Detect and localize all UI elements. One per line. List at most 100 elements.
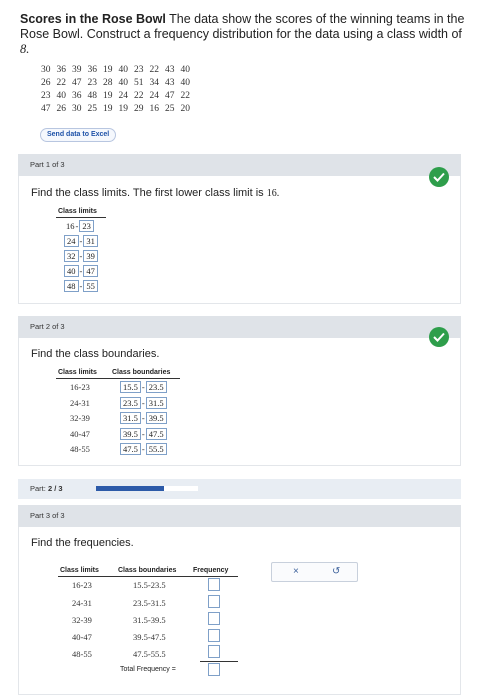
- data-cell: 40: [56, 91, 67, 101]
- progress-value: 2 / 3: [47, 484, 63, 493]
- part1-row: 24-31: [64, 235, 98, 247]
- part2-class-limits: 32-39: [70, 413, 90, 423]
- part3-class-boundaries: 23.5-31.5: [133, 598, 166, 608]
- data-cell: 23: [41, 91, 51, 101]
- part3-panel: [18, 527, 461, 695]
- data-cell: 40: [118, 65, 129, 75]
- part1-first-lower: 16.: [266, 188, 280, 199]
- part1-header-rule: [56, 217, 106, 218]
- upper-boundary-input[interactable]: 31.5: [145, 397, 167, 409]
- frequency-input[interactable]: [208, 629, 220, 642]
- data-cell: 23: [87, 78, 98, 88]
- data-cell: 36: [72, 91, 82, 101]
- data-cell: 30: [41, 65, 51, 75]
- dash: -: [141, 413, 145, 423]
- part1-col-class-limits: Class limits: [58, 208, 97, 215]
- problem-title: Scores in the Rose Bowl: [20, 12, 166, 26]
- data-row: 23 40 36 48 19 24 22 24 47 22: [38, 91, 193, 104]
- lower-limit-input[interactable]: 32: [64, 250, 79, 262]
- upper-boundary-input[interactable]: 47.5: [145, 428, 167, 440]
- upper-boundary-input[interactable]: 39.5: [145, 412, 167, 424]
- part1-prompt-text: Find the class limits. The first lower c…: [31, 187, 264, 199]
- scores-data-grid: 30 36 39 36 19 40 23 22 43 40 26 22 47 2…: [38, 65, 193, 117]
- frequency-input[interactable]: [208, 612, 220, 625]
- data-cell: 39: [72, 65, 82, 75]
- undo-icon[interactable]: ↺: [332, 566, 340, 577]
- part2-col-class-boundaries: Class boundaries: [112, 369, 171, 376]
- data-cell: 26: [41, 78, 51, 88]
- data-cell: 19: [118, 104, 129, 114]
- part2-header-rule: [56, 378, 180, 379]
- part2-row: 39.5-47.5: [120, 428, 167, 440]
- progress-track: [96, 486, 198, 491]
- data-cell: 23: [134, 65, 144, 75]
- part2-class-limits: 48-55: [70, 444, 90, 454]
- part2-check-icon: [429, 327, 449, 347]
- part3-class-boundaries: 15.5-23.5: [133, 580, 166, 590]
- data-cell: 40: [118, 78, 129, 88]
- part3-class-limits: 40-47: [72, 632, 92, 642]
- upper-limit-input[interactable]: 55: [83, 280, 98, 292]
- part3-prompt: Find the frequencies.: [31, 537, 134, 549]
- frequency-input[interactable]: [208, 595, 220, 608]
- part2-row: 31.5-39.5: [120, 412, 167, 424]
- lower-boundary-input[interactable]: 15.5: [120, 381, 141, 393]
- send-to-excel-button[interactable]: Send data to Excel: [40, 128, 117, 142]
- data-cell: 22: [134, 91, 144, 101]
- part3-class-boundaries: 47.5-55.5: [133, 649, 166, 659]
- lower-boundary-input[interactable]: 31.5: [120, 412, 141, 424]
- part2-header: Part 2 of 3: [18, 316, 461, 338]
- data-cell: 29: [134, 104, 144, 114]
- problem-statement: Scores in the Rose Bowl The data show th…: [20, 12, 470, 57]
- total-frequency-input[interactable]: [208, 663, 220, 676]
- frequency-input[interactable]: [208, 645, 220, 658]
- part3-class-boundaries: 39.5-47.5: [133, 632, 166, 642]
- lower-limit-input[interactable]: 24: [64, 235, 79, 247]
- dash: -: [141, 444, 145, 454]
- lower-boundary-input[interactable]: 47.5: [120, 443, 141, 455]
- data-cell: 34: [149, 78, 160, 88]
- data-row: 26 22 47 23 28 40 51 34 43 40: [38, 78, 193, 91]
- frequency-input[interactable]: [208, 578, 220, 591]
- lower-limit-input[interactable]: 40: [64, 265, 79, 277]
- part-progress-strip: Part: 2 / 3: [18, 479, 461, 499]
- part3-class-limits: 32-39: [72, 615, 92, 625]
- lower-boundary-input[interactable]: 39.5: [120, 428, 141, 440]
- part3-header: Part 3 of 3: [18, 505, 461, 527]
- data-cell: 40: [180, 78, 191, 88]
- data-cell: 19: [103, 65, 113, 75]
- upper-boundary-input[interactable]: 55.5: [145, 443, 167, 455]
- clear-icon[interactable]: ×: [293, 566, 299, 577]
- lower-boundary-input[interactable]: 23.5: [120, 397, 141, 409]
- upper-limit-input[interactable]: 31: [83, 235, 98, 247]
- lower-limit-input[interactable]: 48: [64, 280, 79, 292]
- dash: -: [79, 281, 83, 291]
- part3-header-label: Part 3 of 3: [30, 511, 65, 520]
- data-cell: 43: [165, 65, 175, 75]
- data-row: 47 26 30 25 19 19 29 16 25 20: [38, 104, 193, 117]
- upper-limit-input[interactable]: 23: [79, 220, 94, 232]
- dash: -: [79, 266, 83, 276]
- part3-col-class-limits: Class limits: [60, 567, 99, 574]
- data-row: 30 36 39 36 19 40 23 22 43 40: [38, 65, 193, 78]
- data-cell: 24: [149, 91, 160, 101]
- upper-limit-input[interactable]: 39: [83, 250, 98, 262]
- part1-header: Part 1 of 3: [18, 154, 461, 176]
- data-cell: 30: [72, 104, 82, 114]
- part2-row: 15.5-23.5: [120, 381, 167, 393]
- part2-header-label: Part 2 of 3: [30, 322, 65, 331]
- part2-class-limits: 16-23: [70, 382, 90, 392]
- progress-fill: [96, 486, 165, 491]
- part2-class-limits: 40-47: [70, 429, 90, 439]
- total-rule: [200, 661, 238, 662]
- upper-boundary-input[interactable]: 23.5: [145, 381, 167, 393]
- data-cell: 28: [103, 78, 113, 88]
- total-frequency-label: Total Frequency =: [120, 666, 176, 673]
- part2-prompt: Find the class boundaries.: [31, 348, 160, 360]
- data-cell: 25: [87, 104, 98, 114]
- part3-class-limits: 16-23: [72, 580, 92, 590]
- data-cell: 51: [134, 78, 144, 88]
- upper-limit-input[interactable]: 47: [83, 265, 98, 277]
- data-cell: 26: [56, 104, 67, 114]
- data-cell: 22: [56, 78, 67, 88]
